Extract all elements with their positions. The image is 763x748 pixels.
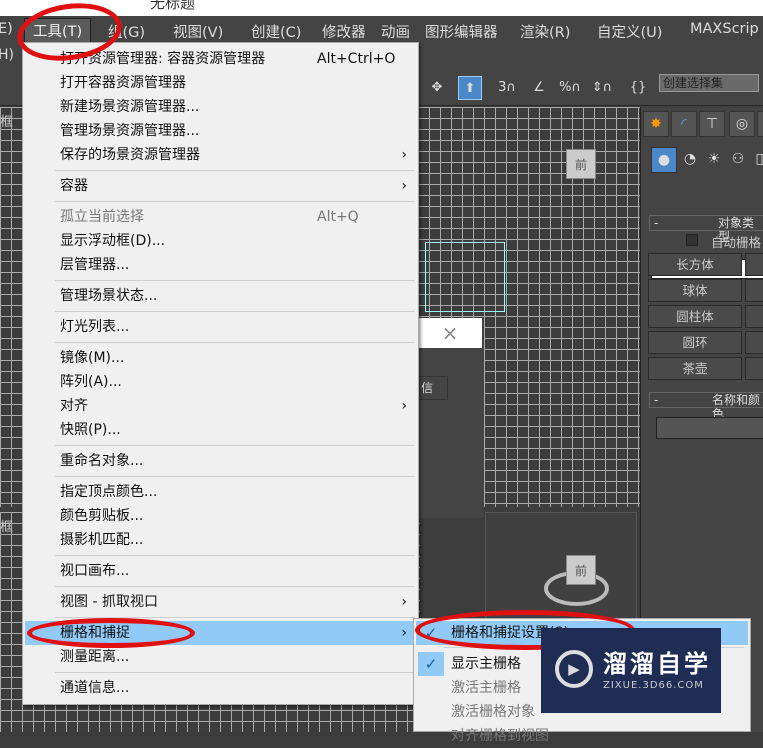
viewport-label[interactable]: 框 [0, 111, 13, 130]
window-title: 无标题 [150, 0, 196, 12]
menu-item-camera-match[interactable]: 摄影机匹配... [25, 528, 417, 552]
chevron-right-icon: › [401, 594, 407, 610]
submenu-item-align-grid-to-view[interactable]: 对齐栅格到视图 [416, 724, 748, 748]
menu-item-light-lister[interactable]: 灯光列表... [25, 315, 417, 339]
separator [55, 280, 415, 281]
menu-maxscript[interactable]: MAXScrip [690, 21, 759, 37]
tools-menu: 打开资源管理器: 容器资源管理器 Alt+Ctrl+O 打开容器资源管理器 新建场… [22, 42, 419, 705]
separator [55, 555, 415, 556]
menu-animation[interactable]: 动画 [381, 21, 410, 42]
torus-button[interactable]: 圆环 [648, 331, 742, 354]
motion-tab-icon[interactable]: ◎ [729, 111, 755, 137]
menu-help[interactable]: H) [0, 47, 14, 63]
annotation-circle [27, 618, 195, 648]
geometry-icon[interactable]: ● [651, 147, 677, 173]
object-button[interactable] [745, 279, 763, 302]
watermark-brand: 溜溜自学 [603, 650, 711, 678]
chevron-right-icon: › [401, 178, 407, 194]
menu-item-array[interactable]: 阵列(A)... [25, 370, 417, 394]
snap-toggle-icon[interactable]: 3∩ [495, 76, 519, 100]
object-button[interactable] [745, 305, 763, 328]
separator [55, 445, 415, 446]
menu-graph-editors[interactable]: 图形编辑器 [425, 21, 498, 42]
separator [55, 170, 415, 171]
separator [55, 586, 415, 587]
close-icon[interactable]: × [418, 318, 482, 348]
menu-item-color-clipboard[interactable]: 颜色剪贴板... [25, 504, 417, 528]
menu-item-layer-manager[interactable]: 层管理器... [25, 253, 417, 277]
checkmark-icon: ✓ [418, 652, 444, 676]
viewcube[interactable]: 前 [566, 555, 596, 585]
menu-item-manage-scene-explorer[interactable]: 管理场景资源管理器... [25, 119, 417, 143]
menu-item-assign-vertex-colors[interactable]: 指定顶点颜色... [25, 480, 417, 504]
display-tab-icon[interactable]: ▭ [757, 111, 763, 137]
helpers-icon[interactable]: ◫ [749, 147, 763, 173]
separator [55, 311, 415, 312]
menu-item-grab-viewport[interactable]: 视图 - 抓取视口 › [25, 590, 417, 614]
menu-item-align[interactable]: 对齐 › [25, 394, 417, 418]
rollout-object-type[interactable]: - 对象类型 [649, 215, 763, 244]
watermark: ▶ 溜溜自学 ZIXUE.3D66.COM [541, 628, 721, 713]
angle-snap-icon[interactable]: ∠ [527, 76, 551, 100]
menu-edit[interactable]: E) [0, 21, 13, 37]
menu-item-containers[interactable]: 容器 › [25, 174, 417, 198]
chevron-right-icon: › [401, 625, 407, 641]
viewcube[interactable]: 前 [566, 149, 596, 179]
menu-item-scene-states[interactable]: 管理场景状态... [25, 284, 417, 308]
menu-item-display-floater[interactable]: 显示浮动框(D)... [25, 229, 417, 253]
separator [55, 672, 415, 673]
menu-item-measure-distance[interactable]: 测量距离... [25, 645, 417, 669]
menu-item-new-scene-explorer[interactable]: 新建场景资源管理器... [25, 95, 417, 119]
dialog-fragment: × 信 [418, 318, 484, 518]
spinner-snap-icon[interactable]: ⇕∩ [590, 76, 614, 100]
viewport-label[interactable]: 框 [0, 516, 13, 535]
menu-item-snapshot[interactable]: 快照(P)... [25, 418, 417, 442]
menu-rendering[interactable]: 渲染(R) [520, 21, 570, 42]
selection-set-input[interactable]: 创建选择集 [659, 74, 759, 92]
menu-item-container-explorer[interactable]: 打开容器资源管理器 [25, 71, 417, 95]
wire-object [425, 242, 505, 312]
separator [55, 476, 415, 477]
create-tab-icon[interactable]: ✸ [643, 111, 669, 137]
menu-item-channel-info[interactable]: 通道信息... [25, 676, 417, 700]
object-button[interactable] [745, 357, 763, 380]
modify-tab-icon[interactable]: ◜ [671, 111, 697, 137]
menu-customize[interactable]: 自定义(U) [597, 21, 662, 42]
separator [55, 201, 415, 202]
menu-item-mirror[interactable]: 镜像(M)... [25, 346, 417, 370]
menu-views[interactable]: 视图(V) [173, 21, 223, 42]
percent-snap-icon[interactable]: %∩ [558, 76, 582, 100]
cylinder-button[interactable]: 圆柱体 [648, 305, 742, 328]
menu-modifiers[interactable]: 修改器 [322, 21, 366, 42]
object-name-input[interactable] [656, 417, 763, 439]
separator [55, 342, 415, 343]
auto-grid-checkbox[interactable] [686, 234, 698, 246]
rollout-name-color[interactable]: - 名称和颜色 [649, 392, 763, 421]
lights-icon[interactable]: ☀ [701, 147, 727, 173]
shapes-icon[interactable]: ◔ [677, 147, 703, 173]
menu-item-viewport-canvas[interactable]: 视口画布... [25, 559, 417, 583]
dialog-button[interactable]: 信 [418, 376, 448, 400]
menu-item-saved-scene-explorer[interactable]: 保存的场景资源管理器 › [25, 143, 417, 167]
chevron-right-icon: › [401, 147, 407, 163]
object-button[interactable] [745, 331, 763, 354]
move-icon[interactable]: ✥ [425, 76, 449, 100]
menu-item-isolate-selection[interactable]: 孤立当前选择 Alt+Q [25, 205, 417, 229]
menu-item-rename-objects[interactable]: 重命名对象... [25, 449, 417, 473]
teapot-button[interactable]: 茶壶 [648, 357, 742, 380]
auto-grid-label: 自动栅格 [711, 235, 762, 250]
cameras-icon[interactable]: ⚇ [725, 147, 751, 173]
play-icon: ▶ [555, 650, 593, 688]
watermark-url: ZIXUE.3D66.COM [603, 680, 704, 691]
chevron-right-icon: › [401, 398, 407, 414]
menu-create[interactable]: 创建(C) [251, 21, 301, 42]
placement-icon[interactable]: ⬆ [458, 76, 482, 100]
hierarchy-tab-icon[interactable]: ⊤ [699, 111, 725, 137]
sphere-button[interactable]: 球体 [648, 279, 742, 302]
named-selection-icon[interactable]: {} [626, 76, 650, 100]
box-button[interactable]: 长方体 [648, 253, 742, 276]
object-button[interactable] [745, 253, 763, 276]
